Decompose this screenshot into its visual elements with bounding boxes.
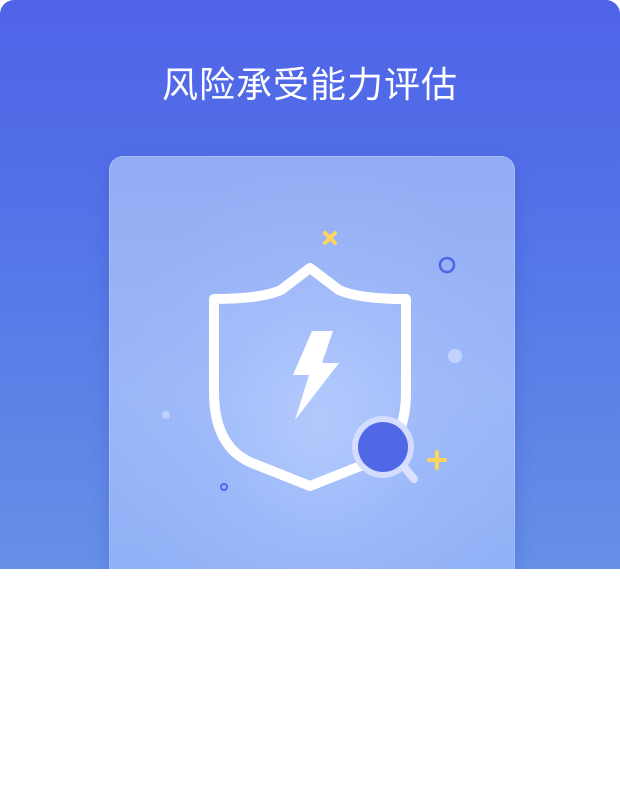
small-cross-icon: [323, 231, 337, 245]
content-area: [0, 569, 620, 794]
plus-icon: [427, 450, 447, 470]
small-ring-icon: [438, 256, 456, 274]
page-title: 风险承受能力评估: [161, 65, 458, 106]
soft-dot-icon: [448, 349, 462, 363]
risk-assessment-illustration: [162, 231, 462, 491]
tiny-dot-icon: [162, 411, 170, 419]
hero-banner: 风险承受能力评估: [0, 0, 620, 569]
risk-assessment-screen: 风险承受能力评估: [0, 0, 620, 794]
assessment-illustration-card: [109, 156, 515, 569]
tiny-ring-icon: [220, 483, 228, 491]
